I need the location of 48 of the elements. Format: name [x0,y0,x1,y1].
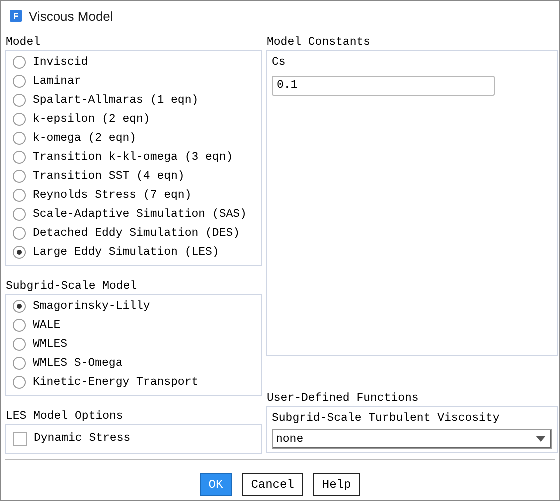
radio-button[interactable] [13,246,26,259]
checkbox[interactable] [13,432,27,446]
radio-button[interactable] [13,357,26,370]
option-label: Scale-Adaptive Simulation (SAS) [33,208,247,221]
option-label: Kinetic-Energy Transport [33,376,199,389]
radio-button[interactable] [13,170,26,183]
radio-button[interactable] [13,376,26,389]
option-label: k-epsilon (2 eqn) [33,113,150,126]
radio-button[interactable] [13,56,26,69]
radio-button[interactable] [13,208,26,221]
option-label: Reynolds Stress (7 eqn) [33,189,192,202]
field-label: Subgrid-Scale Turbulent Viscosity [272,411,501,426]
radio-button[interactable] [13,338,26,351]
radio-button[interactable] [13,151,26,164]
dropdown[interactable]: none [272,429,552,449]
option-label: k-omega (2 eqn) [33,132,137,145]
option-label: Transition SST (4 eqn) [33,170,185,183]
field-label: Cs [272,55,287,70]
app-icon [10,10,22,22]
radio-button[interactable] [13,75,26,88]
option-label: WMLES [33,338,68,351]
option-label: Transition k-kl-omega (3 eqn) [33,151,234,164]
dialog-button[interactable]: Cancel [242,473,304,496]
radio-button[interactable] [13,227,26,240]
group-label: User-Defined Functions [266,391,420,406]
option-label: Laminar [33,75,82,88]
group-label: Subgrid-Scale Model [5,279,138,294]
option-label: Large Eddy Simulation (LES) [33,246,220,259]
caret-icon [535,435,547,443]
group-label: Model Constants [266,35,372,50]
radio-button[interactable] [13,319,26,332]
checkbox-label: Dynamic Stress [34,432,131,445]
radio-button[interactable] [13,189,26,202]
option-label: Inviscid [33,56,88,69]
group-label: LES Model Options [5,409,124,424]
dialog-button[interactable]: Help [313,473,360,496]
option-label: Spalart-Allmaras (1 eqn) [33,94,199,107]
option-label: WMLES S-Omega [33,357,123,370]
input-field[interactable]: 0.1 [272,76,495,96]
group-label: Model [5,35,42,50]
window-title: Viscous Model [29,8,114,24]
radio-button[interactable] [13,94,26,107]
option-label: Detached Eddy Simulation (DES) [33,227,240,240]
radio-button[interactable] [13,132,26,145]
option-label: Smagorinsky-Lilly [33,300,150,313]
option-label: WALE [33,319,61,332]
radio-button[interactable] [13,300,26,313]
radio-button[interactable] [13,113,26,126]
